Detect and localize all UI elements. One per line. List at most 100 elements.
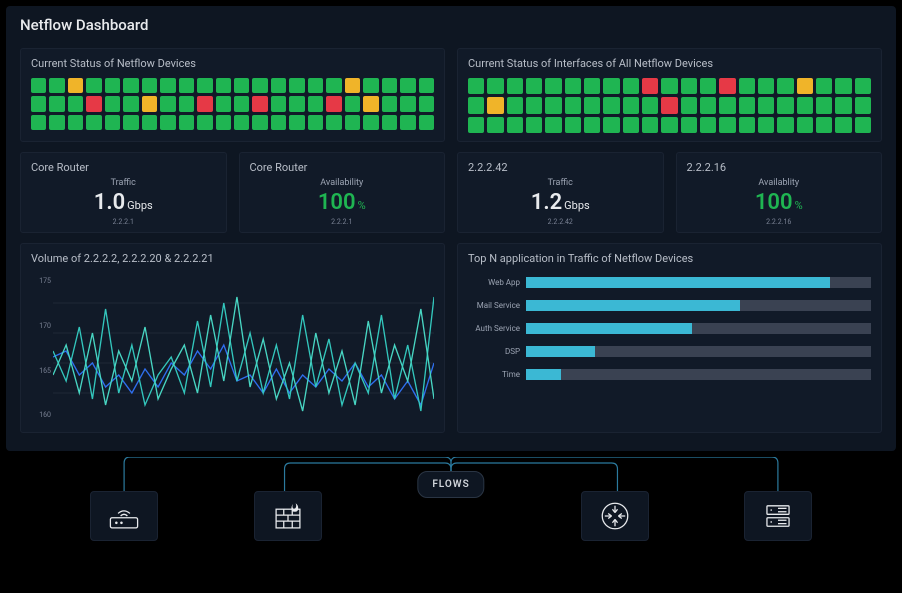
status-cell[interactable] xyxy=(584,117,600,133)
status-cell[interactable] xyxy=(234,115,249,130)
status-cell[interactable] xyxy=(363,78,378,93)
status-cell[interactable] xyxy=(142,78,157,93)
status-cell[interactable] xyxy=(661,117,677,133)
status-cell[interactable] xyxy=(584,97,600,113)
status-cell[interactable] xyxy=(855,97,871,113)
status-cell[interactable] xyxy=(142,96,157,111)
status-cell[interactable] xyxy=(363,115,378,130)
status-cell[interactable] xyxy=(739,117,755,133)
status-cell[interactable] xyxy=(758,78,774,94)
status-cell[interactable] xyxy=(142,115,157,130)
status-cell[interactable] xyxy=(216,78,231,93)
status-cell[interactable] xyxy=(289,96,304,111)
status-cell[interactable] xyxy=(526,97,542,113)
status-cell[interactable] xyxy=(758,117,774,133)
status-cell[interactable] xyxy=(252,78,267,93)
status-cell[interactable] xyxy=(835,117,851,133)
status-cell[interactable] xyxy=(700,97,716,113)
status-cell[interactable] xyxy=(565,97,581,113)
status-cell[interactable] xyxy=(545,97,561,113)
status-cell[interactable] xyxy=(661,97,677,113)
status-cell[interactable] xyxy=(326,96,341,111)
status-cell[interactable] xyxy=(308,78,323,93)
status-cell[interactable] xyxy=(326,115,341,130)
status-cell[interactable] xyxy=(197,96,212,111)
status-cell[interactable] xyxy=(400,115,415,130)
status-cell[interactable] xyxy=(326,78,341,93)
status-cell[interactable] xyxy=(382,115,397,130)
status-cell[interactable] xyxy=(623,78,639,94)
status-cell[interactable] xyxy=(179,96,194,111)
status-cell[interactable] xyxy=(681,78,697,94)
metric-card[interactable]: Core RouterTraffic1.0Gbps2.2.2.1 xyxy=(20,152,227,233)
status-cell[interactable] xyxy=(105,115,120,130)
status-cell[interactable] xyxy=(777,97,793,113)
status-cell[interactable] xyxy=(49,78,64,93)
status-cell[interactable] xyxy=(507,97,523,113)
status-cell[interactable] xyxy=(642,117,658,133)
status-cell[interactable] xyxy=(363,96,378,111)
status-cell[interactable] xyxy=(345,115,360,130)
status-cell[interactable] xyxy=(623,117,639,133)
status-cell[interactable] xyxy=(160,96,175,111)
status-cell[interactable] xyxy=(68,78,83,93)
status-cell[interactable] xyxy=(526,78,542,94)
status-cell[interactable] xyxy=(308,96,323,111)
status-cell[interactable] xyxy=(545,78,561,94)
status-cell[interactable] xyxy=(816,97,832,113)
status-cell[interactable] xyxy=(197,115,212,130)
status-cell[interactable] xyxy=(835,97,851,113)
status-cell[interactable] xyxy=(565,78,581,94)
status-cell[interactable] xyxy=(123,78,138,93)
status-cell[interactable] xyxy=(816,117,832,133)
status-cell[interactable] xyxy=(197,78,212,93)
status-cell[interactable] xyxy=(382,96,397,111)
status-cell[interactable] xyxy=(105,78,120,93)
status-cell[interactable] xyxy=(179,115,194,130)
status-cell[interactable] xyxy=(526,117,542,133)
metric-card[interactable]: 2.2.2.16Availablity100%2.2.2.16 xyxy=(676,152,883,233)
status-cell[interactable] xyxy=(252,96,267,111)
status-cell[interactable] xyxy=(855,117,871,133)
status-cell[interactable] xyxy=(31,96,46,111)
status-cell[interactable] xyxy=(31,78,46,93)
status-cell[interactable] xyxy=(289,78,304,93)
status-cell[interactable] xyxy=(835,78,851,94)
status-cell[interactable] xyxy=(700,78,716,94)
status-cell[interactable] xyxy=(179,78,194,93)
status-cell[interactable] xyxy=(271,78,286,93)
status-cell[interactable] xyxy=(160,115,175,130)
status-cell[interactable] xyxy=(507,78,523,94)
metric-card[interactable]: Core RouterAvailability100%2.2.2.1 xyxy=(239,152,446,233)
status-cell[interactable] xyxy=(31,115,46,130)
status-cell[interactable] xyxy=(400,78,415,93)
status-cell[interactable] xyxy=(797,97,813,113)
status-cell[interactable] xyxy=(777,78,793,94)
status-cell[interactable] xyxy=(739,97,755,113)
status-cell[interactable] xyxy=(487,78,503,94)
status-cell[interactable] xyxy=(603,97,619,113)
status-cell[interactable] xyxy=(86,96,101,111)
status-cell[interactable] xyxy=(661,78,677,94)
status-cell[interactable] xyxy=(419,96,434,111)
status-cell[interactable] xyxy=(271,115,286,130)
status-cell[interactable] xyxy=(419,78,434,93)
status-cell[interactable] xyxy=(487,97,503,113)
status-cell[interactable] xyxy=(816,78,832,94)
status-cell[interactable] xyxy=(584,78,600,94)
metric-card[interactable]: 2.2.2.42Traffic1.2Gbps2.2.2.42 xyxy=(457,152,664,233)
status-cell[interactable] xyxy=(468,97,484,113)
status-cell[interactable] xyxy=(234,96,249,111)
status-cell[interactable] xyxy=(49,96,64,111)
status-cell[interactable] xyxy=(123,115,138,130)
status-cell[interactable] xyxy=(271,96,286,111)
status-cell[interactable] xyxy=(345,78,360,93)
status-cell[interactable] xyxy=(160,78,175,93)
status-cell[interactable] xyxy=(681,117,697,133)
status-cell[interactable] xyxy=(855,78,871,94)
status-cell[interactable] xyxy=(468,78,484,94)
status-cell[interactable] xyxy=(719,78,735,94)
status-cell[interactable] xyxy=(545,117,561,133)
status-cell[interactable] xyxy=(777,117,793,133)
status-cell[interactable] xyxy=(700,117,716,133)
